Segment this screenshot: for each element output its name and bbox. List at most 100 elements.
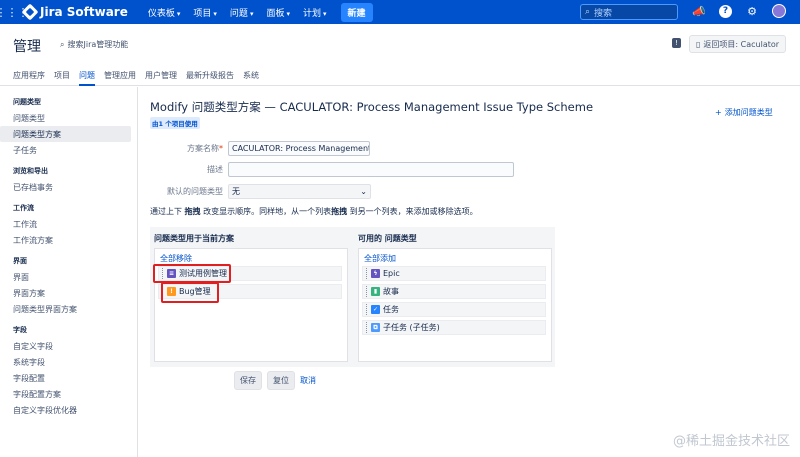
chevron-down-icon: ▾ xyxy=(176,9,181,18)
sidebar-item-issue-type-screen-schemes[interactable]: 问题类型界面方案 xyxy=(0,301,131,317)
help-icon[interactable]: ? xyxy=(719,4,732,18)
remove-all-link[interactable]: 全部移除 xyxy=(155,249,347,265)
chevron-down-icon: ▾ xyxy=(249,9,254,18)
scheme-name-input[interactable]: CACULATOR: Process Management Issue Type… xyxy=(228,141,370,156)
sidebar-item-archived-issues[interactable]: 已存档事务 xyxy=(0,179,131,195)
sidebar-group-header: 浏览和导出 xyxy=(13,167,48,175)
sidebar-item-screens[interactable]: 界面 xyxy=(0,269,131,285)
notifications-icon[interactable]: 📣 xyxy=(691,3,707,19)
nav-right-icons: 📣 ? ⚙ xyxy=(691,3,786,19)
sidebar-item-screen-schemes[interactable]: 界面方案 xyxy=(0,285,131,301)
save-button[interactable]: 保存 xyxy=(234,371,262,390)
list-item-subtask[interactable]: ⧉ 子任务 (子任务) xyxy=(362,320,546,335)
user-avatar[interactable] xyxy=(772,4,786,18)
chevron-down-icon: ⌄ xyxy=(360,187,367,196)
add-issue-type-link[interactable]: + 添加问题类型 xyxy=(715,107,773,118)
sidebar-item-field-configuration-schemes[interactable]: 字段配置方案 xyxy=(0,386,131,402)
item-label: 子任务 (子任务) xyxy=(383,323,440,332)
default-type-label: 默认的问题类型 xyxy=(167,187,223,196)
admin-search-link[interactable]: ⌕ 搜索Jira管理功能 xyxy=(60,39,128,50)
item-label: 故事 xyxy=(383,287,399,296)
admin-tabs: 应用程序 项目 问题 管理应用 用户管理 最新升级报告 系统 xyxy=(0,64,800,86)
admin-header: 管理 ⌕ 搜索Jira管理功能 ! ▯ 返回项目: Caculator xyxy=(0,24,800,64)
list-item-epic[interactable]: ϟ Epic xyxy=(362,266,546,281)
watermark: @稀土掘金技术社区 xyxy=(672,434,790,449)
back-to-project-button[interactable]: ▯ 返回项目: Caculator xyxy=(689,35,787,53)
sidebar-group-header: 字段 xyxy=(13,326,27,334)
chevron-down-icon: ▾ xyxy=(213,9,217,18)
create-button[interactable]: 新建 xyxy=(340,2,373,22)
epic-lightning-icon: ϟ xyxy=(371,269,380,278)
scheme-name-row: 方案名称* CACULATOR: Process Management Issu… xyxy=(150,141,370,156)
top-navigation: ⋮⋮⋮ Jira Software 仪表板 ▾ 项目 ▾ 问题 ▾ 面板 ▾ 计划 ▾ 新… xyxy=(0,0,800,24)
search-icon: ⌕ xyxy=(60,39,65,49)
chevron-down-icon: ▾ xyxy=(323,9,327,18)
default-type-value: 无 xyxy=(232,187,240,196)
default-type-row: 默认的问题类型 无 ⌄ xyxy=(150,184,371,199)
available-types-header: 可用的 问题类型 xyxy=(358,234,417,243)
jira-logo[interactable]: Jira Software xyxy=(21,3,128,21)
menu-projects[interactable]: 项目 ▾ xyxy=(193,6,217,19)
drag-handle-icon xyxy=(366,268,368,279)
description-input[interactable] xyxy=(228,162,514,177)
available-types-list[interactable]: 全部添加 ϟ Epic ▮ 故事 ✓ 任务 ⧉ 子任务 (子任务) xyxy=(358,248,552,362)
drag-handle-icon xyxy=(366,322,368,333)
add-all-link[interactable]: 全部添加 xyxy=(359,249,551,265)
scheme-name-label: 方案名称* xyxy=(187,144,223,153)
sidebar-group-header: 问题类型 xyxy=(13,98,41,106)
back-icon: ▯ xyxy=(696,39,701,49)
menu-plans[interactable]: 计划 ▾ xyxy=(303,6,327,19)
tab-issues[interactable]: 问题 xyxy=(79,64,95,86)
sidebar-group-screens: 界面 界面 界面方案 问题类型界面方案 xyxy=(0,256,137,317)
sidebar-item-field-configurations[interactable]: 字段配置 xyxy=(0,370,131,386)
sidebar-item-system-fields[interactable]: 系统字段 xyxy=(0,354,131,370)
list-item-story[interactable]: ▮ 故事 xyxy=(362,284,546,299)
sidebar-group-fields: 字段 自定义字段 系统字段 字段配置 字段配置方案 自定义字段优化器 xyxy=(0,325,137,418)
main-content: Modify 问题类型方案 — CACULATOR: Process Manag… xyxy=(150,87,790,457)
tab-user-management[interactable]: 用户管理 xyxy=(145,64,177,86)
sidebar-item-workflows[interactable]: 工作流 xyxy=(0,216,131,232)
drag-handle-icon xyxy=(366,286,368,297)
product-name: Jira Software xyxy=(40,5,128,19)
item-label: 任务 xyxy=(383,305,399,314)
issue-type-panels: 问题类型用于当前方案 全部移除 ≡ 测试用例管理 ! Bug管理 可用的 问题类… xyxy=(150,227,555,367)
sidebar-item-workflow-schemes[interactable]: 工作流方案 xyxy=(0,232,131,248)
tab-manage-apps[interactable]: 管理应用 xyxy=(104,64,136,86)
sidebar-group-header: 工作流 xyxy=(13,204,34,212)
subtask-icon: ⧉ xyxy=(371,323,380,332)
default-type-select[interactable]: 无 ⌄ xyxy=(228,184,371,199)
menu-boards[interactable]: 面板 ▾ xyxy=(266,6,290,19)
tab-system[interactable]: 系统 xyxy=(243,64,259,86)
alert-icon[interactable]: ! xyxy=(672,38,681,48)
sidebar-group-browse-export: 浏览和导出 已存档事务 xyxy=(0,166,137,195)
menu-dashboards[interactable]: 仪表板 ▾ xyxy=(148,6,181,19)
sidebar-item-custom-fields[interactable]: 自定义字段 xyxy=(0,338,131,354)
tab-projects[interactable]: 项目 xyxy=(54,64,70,86)
app-switcher-icon[interactable]: ⋮⋮⋮ xyxy=(0,0,29,24)
search-placeholder: 搜索 xyxy=(594,8,613,19)
sidebar-item-subtasks[interactable]: 子任务 xyxy=(0,142,131,158)
cancel-link[interactable]: 取消 xyxy=(300,375,316,386)
tab-applications[interactable]: 应用程序 xyxy=(13,64,45,86)
sidebar-group-issue-types: 问题类型 问题类型 问题类型方案 子任务 xyxy=(0,97,137,158)
used-by-badge[interactable]: 由1 个项目使用 xyxy=(150,117,200,129)
tab-upgrade-report[interactable]: 最新升级报告 xyxy=(186,64,234,86)
story-bookmark-icon: ▮ xyxy=(371,287,380,296)
highlight-box-bug xyxy=(161,282,219,303)
search-icon: ⌕ xyxy=(585,7,591,17)
sidebar-item-custom-field-optimizer[interactable]: 自定义字段优化器 xyxy=(0,402,131,418)
sidebar-item-issue-type-schemes[interactable]: 问题类型方案 xyxy=(0,126,131,142)
description-row: 描述 xyxy=(150,162,514,177)
form-buttons: 保存 复位 取消 xyxy=(234,371,316,390)
reset-button[interactable]: 复位 xyxy=(267,371,295,390)
item-label: Epic xyxy=(383,269,400,278)
list-item-task[interactable]: ✓ 任务 xyxy=(362,302,546,317)
plus-icon: + xyxy=(715,108,722,117)
menu-issues[interactable]: 问题 ▾ xyxy=(230,6,254,19)
sidebar-item-issue-types[interactable]: 问题类型 xyxy=(0,110,131,126)
drag-handle-icon xyxy=(366,304,368,315)
admin-search-label: 搜索Jira管理功能 xyxy=(67,40,129,49)
gear-icon[interactable]: ⚙ xyxy=(744,3,760,19)
back-label: 返回项目: Caculator xyxy=(703,39,780,49)
search-input[interactable]: ⌕ 搜索 xyxy=(580,4,678,20)
